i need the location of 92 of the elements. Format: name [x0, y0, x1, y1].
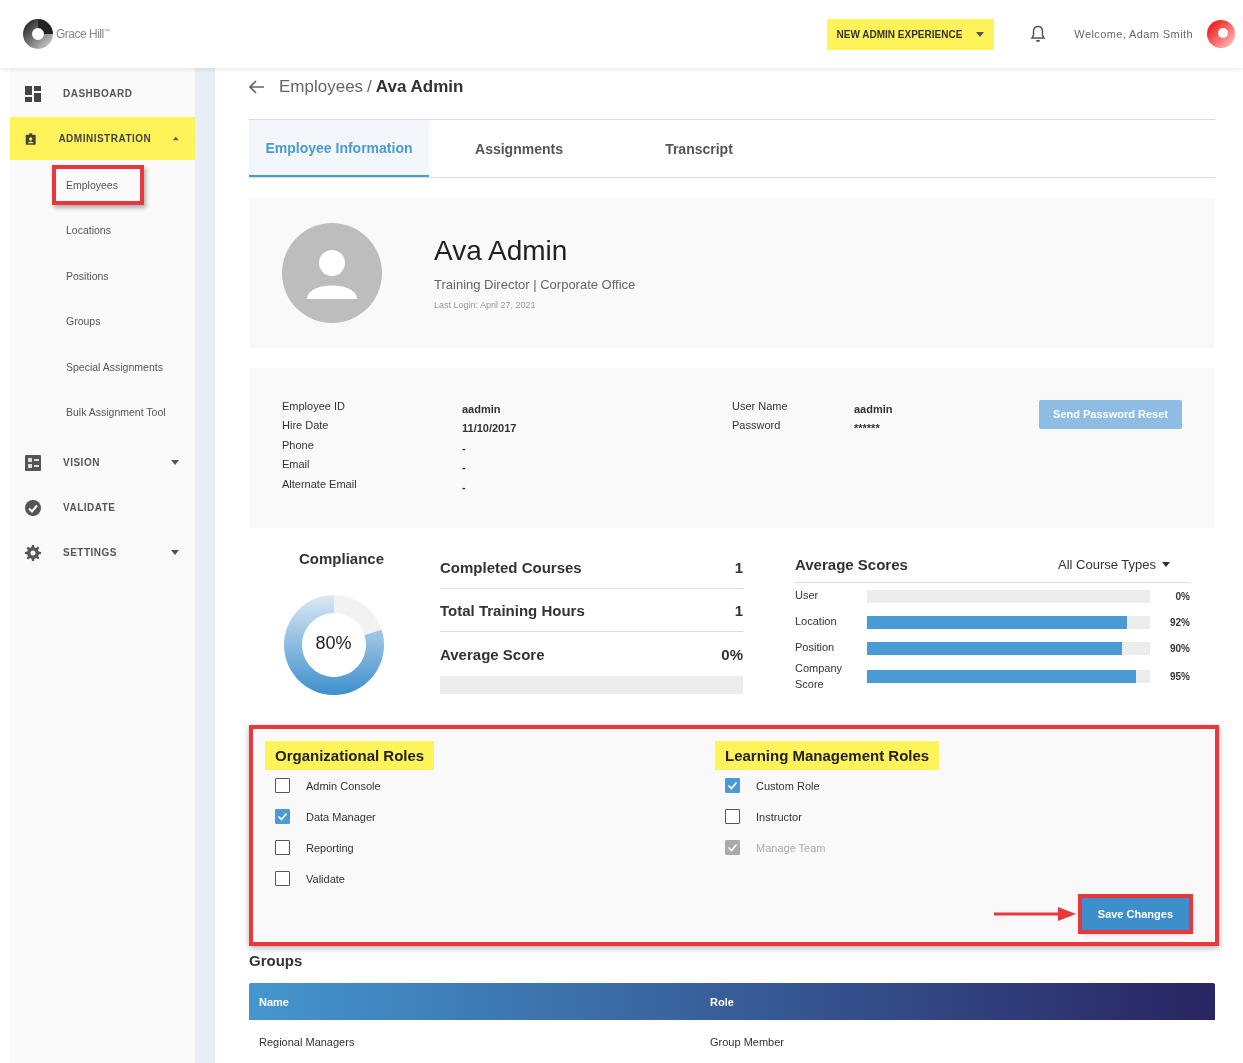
- tab[interactable]: Assignments: [429, 119, 609, 178]
- dashboard-icon: [25, 85, 41, 102]
- caret-icon: [173, 136, 179, 141]
- score-percent: 95%: [1169, 671, 1190, 682]
- nav-item[interactable]: DASHBOARD: [10, 72, 195, 115]
- field-value: ******: [854, 421, 881, 436]
- stat-value: 0%: [721, 645, 743, 663]
- field-label: User Name: [732, 399, 789, 414]
- employee-name: Ava Admin: [434, 235, 569, 268]
- score-percent: 0%: [1174, 590, 1190, 602]
- average-scores-title: Average Scores: [795, 555, 908, 573]
- nav-subitem[interactable]: Positions: [52, 255, 135, 296]
- column-header: Role: [710, 995, 735, 1008]
- nav-item[interactable]: SETTINGS: [10, 531, 195, 574]
- field-label: Employee ID: [282, 399, 346, 414]
- stat-label: Total Training Hours: [440, 601, 585, 619]
- badge-icon: [25, 130, 37, 147]
- roles-heading: Learning Management Roles: [715, 741, 940, 771]
- compliance-percent: 80%: [314, 633, 353, 655]
- field-label: Password: [732, 419, 782, 433]
- table-cell-text: Group Member: [710, 1035, 785, 1048]
- score-label: Location: [795, 614, 838, 630]
- course-type-dropdown[interactable]: All Course Types: [1057, 556, 1190, 572]
- nav-item[interactable]: VISION: [10, 441, 195, 484]
- field-value: -: [462, 479, 467, 495]
- stat-label: Completed Courses: [440, 558, 582, 576]
- nav-subitem[interactable]: Locations: [52, 210, 137, 251]
- nav-item[interactable]: ADMINISTRATION: [10, 117, 195, 160]
- checkbox-label: Manage Team: [756, 841, 826, 854]
- breadcrumb-separator: /: [367, 77, 372, 98]
- checkbox[interactable]: [275, 871, 290, 887]
- check-circle-icon: [25, 499, 41, 516]
- score-percent: 92%: [1169, 616, 1190, 628]
- stat-label: Average Score: [440, 645, 545, 663]
- checkbox-label: Data Manager: [306, 810, 376, 823]
- score-label: Position: [795, 640, 836, 656]
- checkbox-label: Reporting: [306, 841, 354, 854]
- field-value: aadmin: [462, 401, 502, 417]
- employee-title: Training Director | Corporate Office: [434, 277, 636, 293]
- column-header: Name: [259, 995, 290, 1008]
- back-arrow-icon[interactable]: [249, 80, 265, 95]
- last-login-text: Last Login: April 27, 2021: [434, 300, 537, 311]
- groups-title: Groups: [249, 952, 304, 970]
- checkbox[interactable]: [275, 778, 290, 794]
- welcome-text: Welcome, Adam Smith: [1074, 28, 1193, 40]
- field-label: Email: [282, 458, 311, 472]
- checkbox-label: Instructor: [756, 810, 802, 823]
- field-label: Alternate Email: [282, 477, 358, 492]
- caret-icon: [1162, 561, 1170, 567]
- user-avatar-icon[interactable]: [1207, 20, 1235, 48]
- stat-value: 1: [734, 558, 743, 576]
- nav-subitem[interactable]: Special Assignments: [52, 346, 189, 387]
- field-label: Phone: [282, 438, 315, 453]
- logo-text: Grace Hill$^{™}$: [56, 27, 110, 41]
- checkbox-label: Custom Role: [756, 779, 820, 792]
- score-label: User: [795, 588, 820, 604]
- checkbox-label: Admin Console: [306, 779, 381, 792]
- nav-subitem[interactable]: Employees: [52, 164, 144, 205]
- table-cell-text: Regional Managers: [259, 1035, 356, 1048]
- avatar-icon: [282, 223, 382, 323]
- nav-subitem[interactable]: Groups: [52, 301, 127, 342]
- notification-bell-icon[interactable]: [1030, 25, 1047, 43]
- nav-item[interactable]: VALIDATE: [10, 486, 195, 529]
- checkbox[interactable]: [275, 809, 290, 825]
- field-value: aadmin: [854, 401, 894, 417]
- checkbox[interactable]: [275, 840, 290, 856]
- checkmark-icon: [727, 780, 738, 792]
- roles-heading: Organizational Roles: [265, 741, 435, 771]
- checkmark-icon: [277, 811, 288, 823]
- checkbox[interactable]: [725, 778, 740, 794]
- caret-icon: [171, 460, 179, 465]
- breadcrumb-link[interactable]: Employees: [279, 77, 364, 98]
- field-value: 11/10/2017: [462, 421, 518, 436]
- field-label: Hire Date: [282, 419, 330, 433]
- field-value: -: [462, 460, 467, 475]
- experience-dropdown[interactable]: NEW ADMIN EXPERIENCE: [826, 18, 995, 50]
- settings-icon: [25, 544, 41, 561]
- stat-value: 1: [734, 601, 743, 619]
- checkmark-icon: [727, 842, 738, 854]
- tab[interactable]: Transcript: [609, 119, 789, 178]
- logo-icon: [22, 18, 54, 50]
- breadcrumb-current: Ava Admin: [375, 77, 464, 98]
- nav-subitem[interactable]: Bulk Assignment Tool: [52, 392, 192, 433]
- score-label: Company Score: [795, 661, 844, 692]
- checkbox-label: Validate: [306, 872, 345, 885]
- list-icon: [25, 454, 41, 471]
- score-percent: 90%: [1169, 642, 1190, 654]
- field-value: -: [462, 440, 467, 456]
- checkbox[interactable]: [725, 809, 740, 825]
- compliance-title: Compliance: [299, 550, 384, 568]
- caret-icon: [171, 550, 179, 555]
- caret-icon: [976, 31, 985, 37]
